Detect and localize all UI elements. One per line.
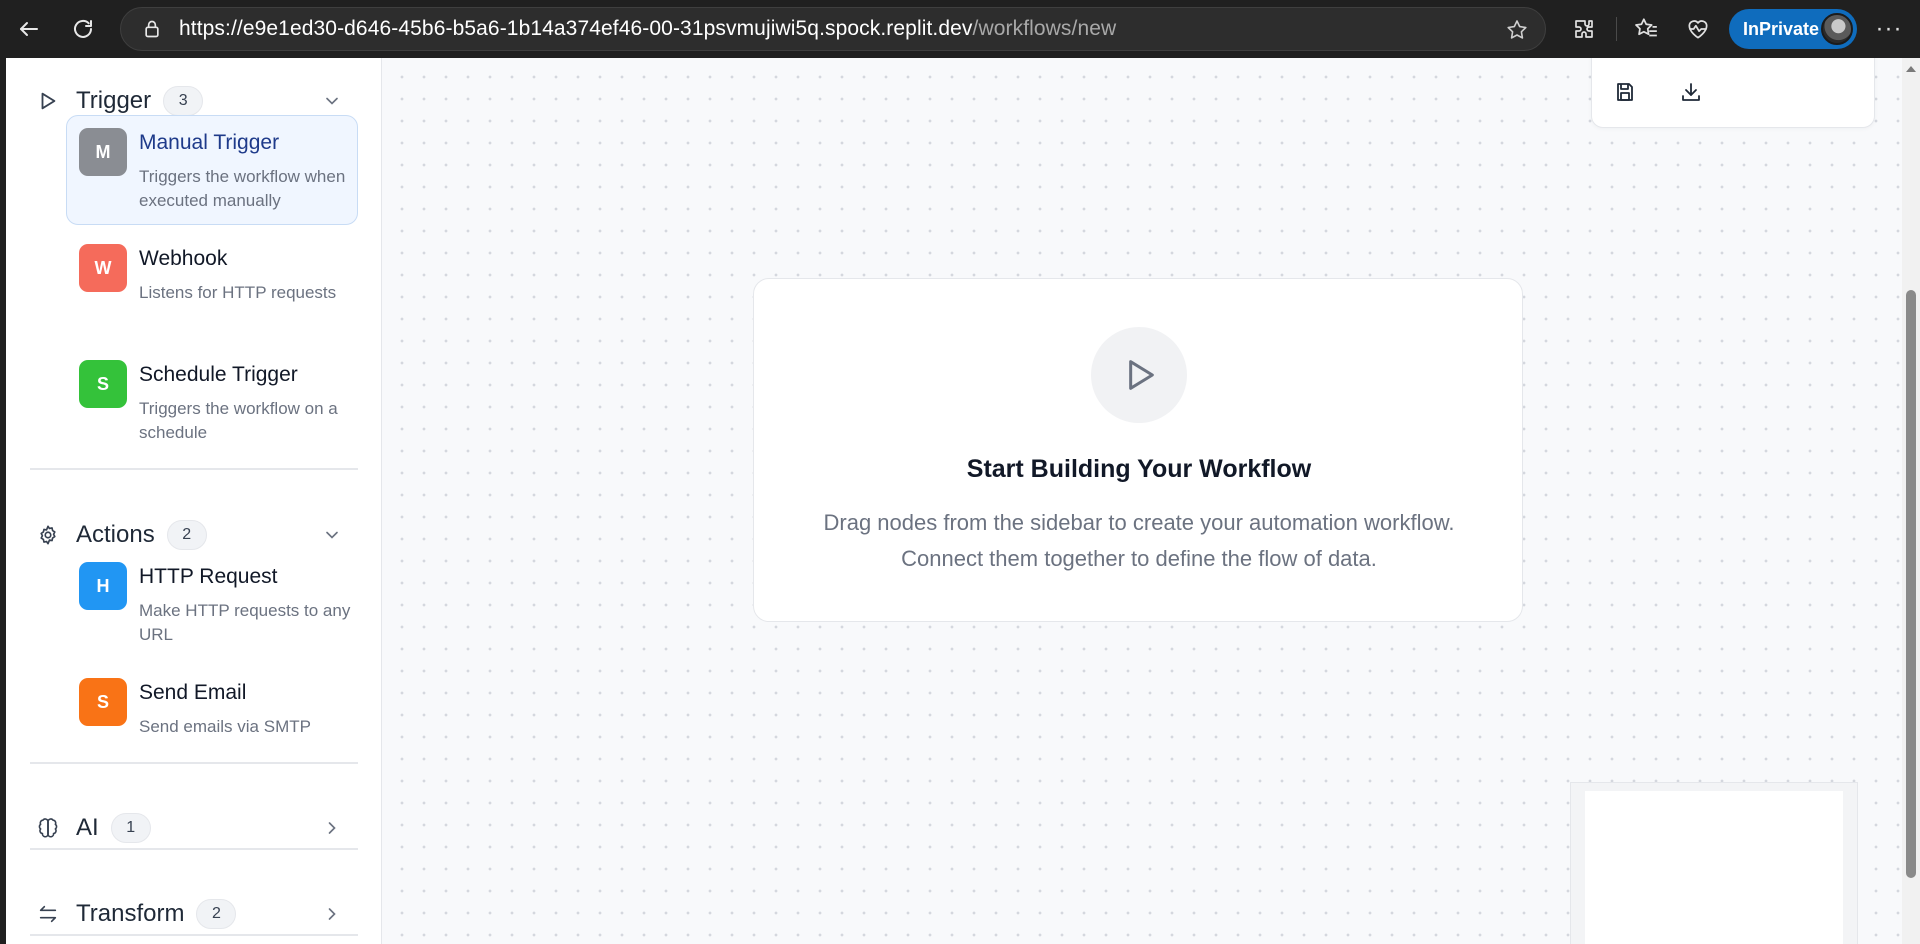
node-tile: S [79,360,127,408]
export-button[interactable] [1674,75,1708,109]
arrows-swap-icon [34,900,62,928]
node-item-webhook[interactable]: W Webhook Listens for HTTP requests [66,231,358,341]
page-viewport: Trigger 3 M Manual Trigger Triggers the … [6,58,1920,944]
scrollbar[interactable] [1902,58,1920,944]
brain-icon [34,814,62,842]
url-path: /workflows/new [972,17,1117,40]
inprivate-label: InPrivate [1743,18,1820,39]
node-tile: M [79,128,127,176]
back-button[interactable] [10,10,48,48]
address-bar[interactable]: https://e9e1ed30-d646-45b6-b5a6-1b14a374… [120,7,1546,51]
scroll-up-arrow-icon[interactable] [1906,66,1916,72]
back-arrow-icon [20,22,38,36]
count-badge: 3 [163,86,204,116]
minimap[interactable] [1570,782,1858,944]
lock-icon [139,16,165,42]
canvas-toolbar [1591,58,1875,128]
section-title: Actions [76,521,155,548]
refresh-button[interactable] [64,10,102,48]
node-name: Send Email [139,681,247,704]
health-heart-icon[interactable] [1682,13,1714,45]
extensions-icon[interactable] [1568,13,1600,45]
node-description: Send emails via SMTP [139,717,311,736]
more-options-icon[interactable]: ··· [1872,13,1906,45]
gear-icon [34,521,62,549]
node-name: Schedule Trigger [139,363,298,386]
node-description: Triggers the workflow on a schedule [139,399,338,442]
node-name: Manual Trigger [139,131,280,154]
node-item-schedule-trigger[interactable]: S Schedule Trigger Triggers the workflow… [66,347,358,457]
node-name: Webhook [139,247,228,270]
section-header-transform[interactable]: Transform 2 [30,892,358,936]
empty-state-title: Start Building Your Workflow [966,455,1312,483]
node-item-http-request[interactable]: H HTTP Request Make HTTP requests to any… [66,549,358,659]
section-divider [30,762,358,764]
play-icon [1091,327,1187,423]
count-badge: 1 [110,813,151,843]
section-header-ai[interactable]: AI 1 [30,806,358,850]
section-title: Transform [76,900,185,927]
browser-toolbar: https://e9e1ed30-d646-45b6-b5a6-1b14a374… [0,0,1920,58]
node-description: Listens for HTTP requests [139,283,337,302]
count-badge: 2 [196,899,237,929]
section-divider [30,468,358,470]
save-button[interactable] [1608,75,1642,109]
section-divider [30,934,358,936]
inprivate-button[interactable]: InPrivate [1729,9,1857,49]
scrollbar-thumb[interactable] [1906,290,1916,878]
node-tile: H [79,562,127,610]
empty-state-description: Drag nodes from the sidebar to create yo… [823,510,1455,571]
node-name: HTTP Request [139,565,278,588]
refresh-icon [74,19,92,38]
save-icon [1617,83,1633,101]
node-tile: S [79,678,127,726]
url-host: https://e9e1ed30-d646-45b6-b5a6-1b14a374… [179,17,973,40]
node-item-manual-trigger[interactable]: M Manual Trigger Triggers the workflow w… [66,115,358,225]
toolbar-separator [1616,17,1617,41]
favorites-icon[interactable] [1630,13,1662,45]
empty-state-card: Start Building Your Workflow Drag nodes … [753,278,1523,622]
node-sidebar: Trigger 3 M Manual Trigger Triggers the … [6,58,382,944]
favorite-star-icon[interactable] [1503,16,1531,44]
section-title: Trigger [76,87,152,114]
node-description: Make HTTP requests to any URL [139,601,351,644]
chevron-down-icon[interactable] [318,87,346,115]
play-outline-icon [34,87,62,115]
count-badge: 2 [166,520,207,550]
section-title: AI [76,814,99,841]
download-icon [1682,83,1700,101]
chevron-down-icon[interactable] [318,521,346,549]
section-divider [30,848,358,850]
chevron-right-icon[interactable] [318,814,346,842]
profile-avatar [1821,13,1853,45]
node-item-send-email[interactable]: S Send Email Send emails via SMTP [66,665,358,775]
node-description: Triggers the workflow when executed manu… [139,167,346,210]
node-tile: W [79,244,127,292]
workflow-canvas[interactable]: Start Building Your Workflow Drag nodes … [383,58,1902,944]
url-text[interactable]: https://e9e1ed30-d646-45b6-b5a6-1b14a374… [179,17,1116,41]
chevron-right-icon[interactable] [318,900,346,928]
minimap-viewport [1585,791,1843,944]
